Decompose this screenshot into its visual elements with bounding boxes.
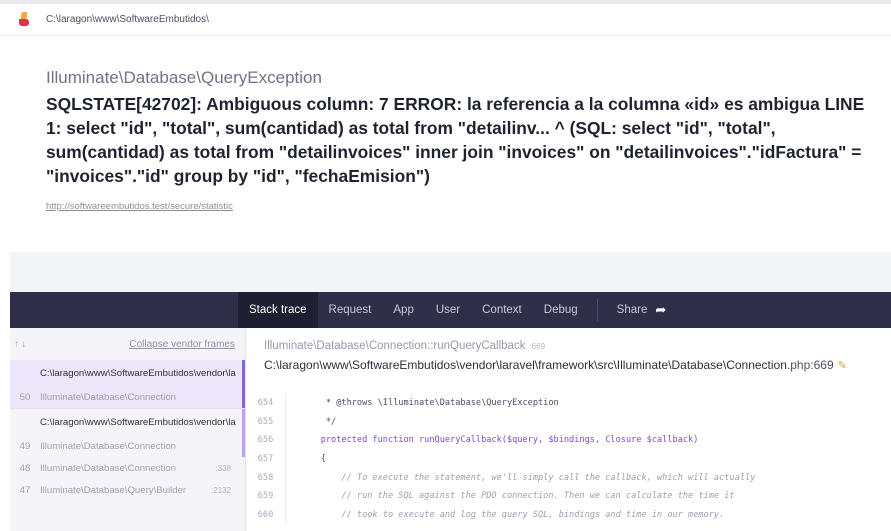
code-line: 659 // run the SQL against the PDO conne… bbox=[246, 486, 891, 506]
top-bar: C:\laragon\www\SoftwareEmbutidos\ bbox=[0, 0, 891, 36]
code-line: 658 // To execute the statement, we'll s… bbox=[246, 468, 891, 487]
frame-class: Illuminate\Database\Connection bbox=[40, 391, 176, 403]
code-line: 654 * @throws \Illuminate\Database\Query… bbox=[246, 394, 891, 413]
code-line-text: protected function runQueryCallback($que… bbox=[300, 435, 699, 446]
stack-frame[interactable]: 48 Illuminate\Database\Connection :338 bbox=[10, 457, 245, 479]
frame-line: :338 bbox=[215, 463, 231, 473]
frame-number: 47 bbox=[19, 484, 31, 496]
frame-group-path: C:\laragon\www\SoftwareEmbutidos\vendor\… bbox=[40, 367, 236, 379]
frame-method-name: Illuminate\Database\Connection::runQuery… bbox=[264, 340, 526, 352]
frame-class: Illuminate\Database\Connection bbox=[40, 462, 176, 474]
tab-user[interactable]: User bbox=[425, 292, 471, 328]
frame-navigation-arrows-icon[interactable]: ↑↓ bbox=[14, 339, 28, 350]
code-line-number[interactable]: 657 bbox=[246, 449, 286, 469]
file-path-text: C:\laragon\www\SoftwareEmbutidos\vendor\… bbox=[264, 358, 787, 372]
stack-frame[interactable]: 47 Illuminate\Database\Query\Builder :21… bbox=[10, 479, 245, 501]
frame-number: 48 bbox=[19, 462, 31, 474]
code-line: 657 { bbox=[246, 449, 891, 469]
ignition-logo-icon bbox=[18, 11, 32, 28]
frame-class: Illuminate\Database\Query\Builder bbox=[40, 484, 187, 496]
frame-group-selected[interactable]: C:\laragon\www\SoftwareEmbutidos\vendor\… bbox=[10, 360, 245, 408]
frame-class: Illuminate\Database\Connection bbox=[40, 440, 176, 452]
exception-class: Illuminate\Database\QueryException bbox=[46, 68, 322, 87]
code-line-text: // run the SQL against the PDO connectio… bbox=[300, 491, 735, 502]
tab-navigation: Stack trace Request App User Context Deb… bbox=[10, 292, 891, 328]
frame-line: :2132 bbox=[210, 485, 231, 495]
code-viewer: Illuminate\Database\Connection::runQuery… bbox=[246, 328, 891, 531]
code-line-text: * @throws \Illuminate\Database\QueryExce… bbox=[300, 398, 559, 409]
share-button[interactable]: Share ➦ bbox=[606, 292, 678, 328]
edit-pencil-icon[interactable]: ✎ bbox=[838, 360, 847, 372]
share-arrow-icon: ➦ bbox=[655, 302, 667, 317]
code-line-text: // took to execute and log the query SQL… bbox=[300, 509, 725, 520]
code-line-text: // To execute the statement, we'll simpl… bbox=[300, 472, 756, 483]
frame-method: Illuminate\Database\Connection::runQuery… bbox=[264, 340, 545, 352]
frame-method-line: :669 bbox=[529, 342, 546, 351]
code-line-number[interactable]: 660 bbox=[246, 505, 286, 525]
code-line-number[interactable]: 655 bbox=[246, 412, 286, 432]
file-path-line: .php:669 bbox=[786, 358, 834, 372]
share-label: Share bbox=[616, 304, 648, 316]
stack-frame[interactable]: 50 Illuminate\Database\Connection bbox=[10, 386, 242, 408]
tab-context[interactable]: Context bbox=[471, 292, 533, 328]
frame-group-path: C:\laragon\www\SoftwareEmbutidos\vendor\… bbox=[10, 409, 245, 435]
frame-group: C:\laragon\www\SoftwareEmbutidos\vendor\… bbox=[10, 408, 245, 501]
frame-number: 49 bbox=[19, 440, 31, 452]
request-url-link[interactable]: http://softwareembutidos.test/secure/sta… bbox=[46, 201, 233, 212]
tab-request[interactable]: Request bbox=[318, 292, 383, 328]
code-line: 655 */ bbox=[246, 412, 891, 432]
stack-frames-sidebar: ↑↓ Collapse vendor frames C:\laragon\www… bbox=[10, 328, 246, 531]
code-line: 656 protected function runQueryCallback(… bbox=[246, 431, 891, 450]
code-line-text: { bbox=[300, 454, 326, 465]
code-line: 660 // took to execute and log the query… bbox=[246, 505, 891, 525]
tab-app[interactable]: App bbox=[382, 292, 424, 328]
code-line-number[interactable]: 659 bbox=[246, 486, 286, 506]
project-path: C:\laragon\www\SoftwareEmbutidos\ bbox=[46, 14, 209, 25]
code-snippet: 654 * @throws \Illuminate\Database\Query… bbox=[246, 394, 891, 525]
collapse-vendor-frames-link[interactable]: Collapse vendor frames bbox=[129, 339, 235, 350]
code-line-number[interactable]: 654 bbox=[246, 394, 286, 413]
exception-header: Illuminate\Database\QueryException SQLST… bbox=[46, 68, 876, 188]
code-line-number[interactable]: 658 bbox=[246, 468, 286, 487]
stack-frame[interactable]: 49 Illuminate\Database\Connection bbox=[10, 435, 245, 457]
nav-divider bbox=[596, 299, 598, 321]
exception-message: SQLSTATE[42702]: Ambiguous column: 7 ERR… bbox=[46, 94, 865, 186]
tab-stack-trace[interactable]: Stack trace bbox=[238, 292, 318, 328]
sidebar-header: ↑↓ Collapse vendor frames bbox=[10, 328, 245, 360]
file-path[interactable]: C:\laragon\www\SoftwareEmbutidos\vendor\… bbox=[264, 358, 847, 372]
frame-number: 50 bbox=[19, 391, 31, 403]
tab-debug[interactable]: Debug bbox=[533, 292, 589, 328]
code-line-text: */ bbox=[300, 416, 337, 427]
code-line-number[interactable]: 656 bbox=[246, 431, 286, 450]
section-spacer bbox=[10, 252, 891, 292]
